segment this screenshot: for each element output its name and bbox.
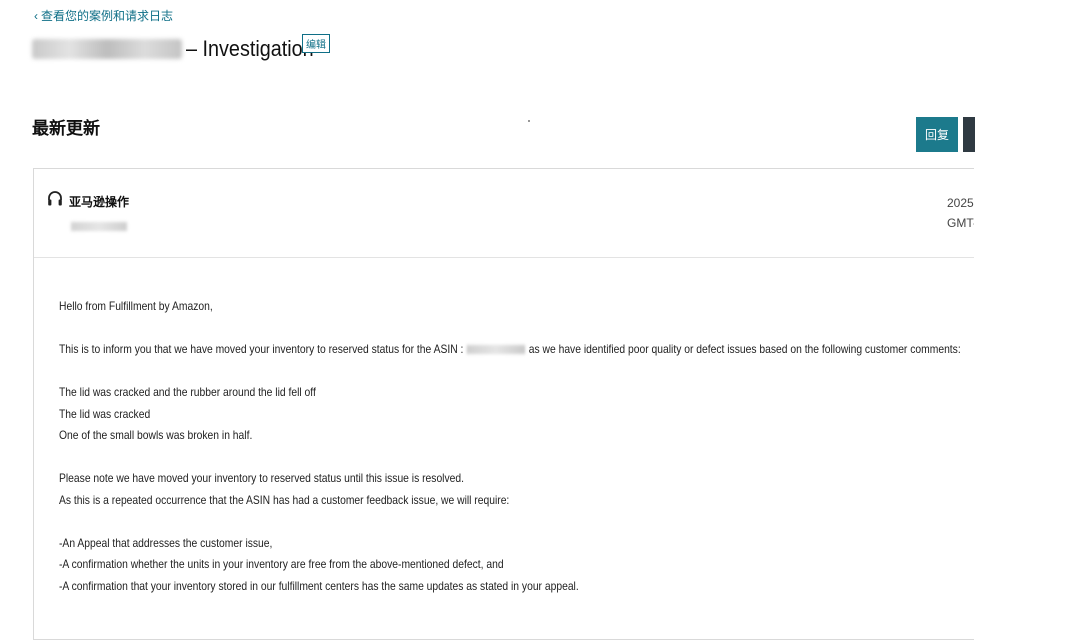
note-line: As this is a repeated occurrence that th…: [59, 492, 510, 507]
customer-comment: The lid was cracked: [59, 406, 151, 421]
divider-dot: [528, 120, 530, 122]
section-title: 最新更新: [32, 119, 100, 138]
message-date: 2025 GMT-: [947, 193, 974, 233]
greeting: Hello from Fulfillment by Amazon,: [59, 299, 213, 313]
requirement-item: -A confirmation whether the units in you…: [59, 557, 504, 571]
chevron-left-icon: ‹: [34, 9, 38, 23]
more-actions-button[interactable]: [963, 117, 975, 152]
requirement-item: -A confirmation that your inventory stor…: [59, 578, 579, 593]
headset-icon: [48, 191, 62, 206]
customer-comment: One of the small bowls was broken in hal…: [59, 428, 253, 442]
customer-comment: The lid was cracked and the rubber aroun…: [59, 385, 316, 399]
back-link-label: 查看您的案例和请求日志: [41, 9, 174, 23]
reply-button[interactable]: 回复: [916, 117, 958, 152]
message-date-line2: GMT-: [947, 216, 974, 230]
message-card: 亚马逊操作 2025 GMT- Hello from Fulfillment b…: [33, 168, 974, 640]
page-title-text: – Investigation: [186, 36, 314, 61]
message-date-line1: 2025: [947, 196, 974, 210]
edit-button[interactable]: 编辑: [302, 34, 330, 53]
sender-name: 亚马逊操作: [69, 195, 130, 209]
inform-line: This is to inform you that we have moved…: [59, 339, 961, 361]
redacted-asin-inline: [466, 345, 526, 355]
requirement-item: -An Appeal that addresses the customer i…: [59, 535, 273, 550]
inform-suffix: as we have identified poor quality or de…: [528, 342, 961, 356]
message-body: Hello from Fulfillment by Amazon, This i…: [59, 296, 961, 597]
redacted-sender-detail: [71, 222, 127, 231]
note-line: Please note we have moved your inventory…: [59, 471, 464, 485]
inform-prefix: This is to inform you that we have moved…: [59, 342, 464, 356]
page-title: – Investigation: [32, 36, 328, 62]
redacted-asin: [32, 39, 182, 59]
message-header: 亚马逊操作 2025 GMT-: [34, 169, 974, 258]
back-to-cases-link[interactable]: ‹ 查看您的案例和请求日志: [34, 7, 173, 24]
